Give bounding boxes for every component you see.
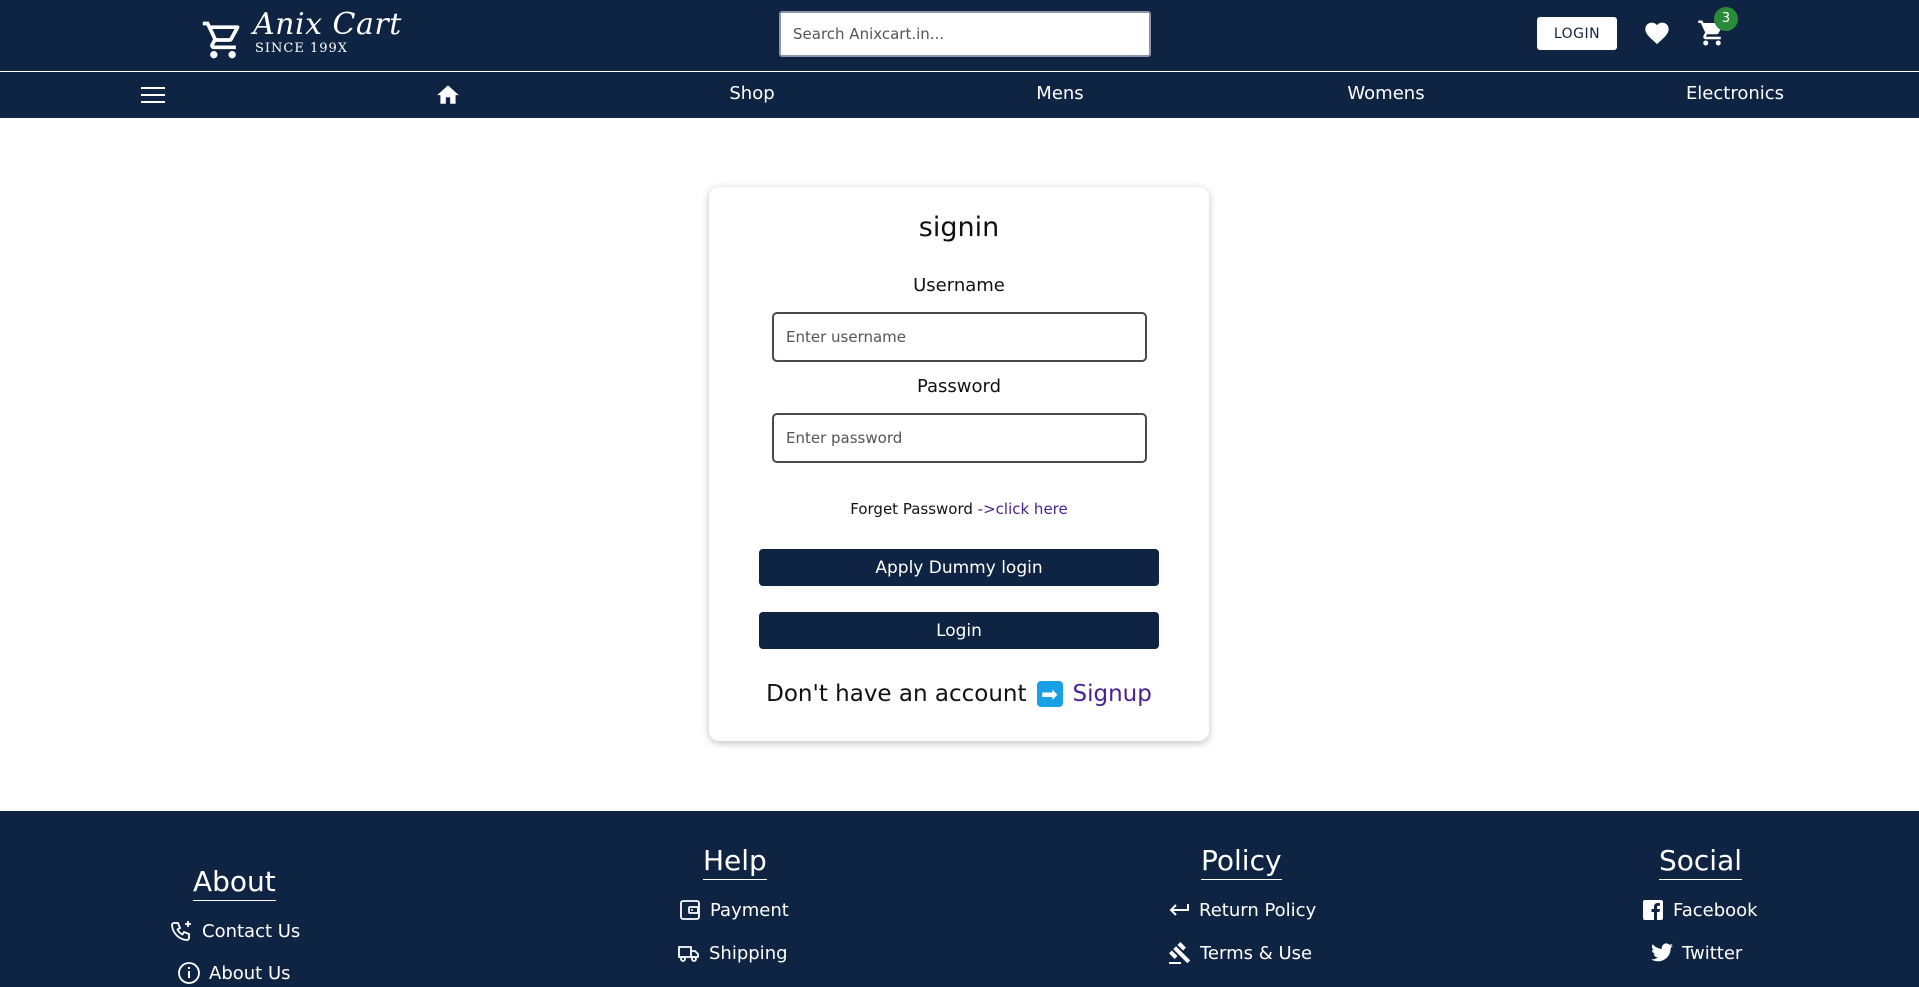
forget-password-link[interactable]: ->click here [978, 500, 1068, 518]
brand-tagline: SINCE 199X [255, 41, 349, 56]
main-nav: Shop Mens Womens Electronics [0, 72, 1919, 118]
info-icon [178, 962, 200, 984]
brand-name: Anix Cart [253, 7, 402, 42]
password-field[interactable] [772, 413, 1147, 463]
footer-link-payment-label: Payment [710, 899, 789, 921]
footer-link-twitter-label: Twitter [1682, 942, 1743, 964]
nav-item-shop[interactable]: Shop [700, 72, 804, 118]
footer-link-about-label: About Us [209, 962, 291, 984]
signin-card: signin Username Password Forget Password… [709, 187, 1209, 741]
search-box[interactable] [779, 11, 1151, 57]
footer-policy-title: Policy [1201, 844, 1282, 880]
heart-icon[interactable] [1643, 19, 1671, 45]
facebook-icon [1643, 900, 1663, 920]
footer-link-return-label: Return Policy [1199, 899, 1317, 921]
home-icon[interactable] [435, 82, 461, 106]
footer-about-title: About [193, 865, 276, 901]
no-account-text: Don't have an account [766, 681, 1027, 707]
footer-link-contact-label: Contact Us [202, 920, 301, 942]
dummy-login-button[interactable]: Apply Dummy login [759, 549, 1159, 586]
gavel-icon [1169, 942, 1191, 964]
footer-help-title: Help [703, 844, 767, 880]
footer-link-terms-label: Terms & Use [1200, 942, 1313, 964]
signup-line: Don't have an account ➡ Signup [709, 681, 1209, 707]
footer-link-twitter[interactable]: Twitter [1650, 941, 1742, 965]
password-label: Password [916, 376, 1002, 397]
footer-link-contact[interactable]: Contact Us [170, 919, 300, 943]
right-arrow-icon: ➡ [1036, 681, 1063, 707]
footer-link-shipping-label: Shipping [709, 942, 788, 964]
footer-link-terms[interactable]: Terms & Use [1168, 941, 1312, 965]
username-input[interactable] [774, 314, 1145, 360]
brand-logo[interactable]: Anix Cart SINCE 199X [201, 8, 402, 62]
top-header: Anix Cart SINCE 199X LOGIN 3 [0, 0, 1919, 71]
hamburger-icon[interactable] [141, 86, 165, 104]
footer-link-return[interactable]: Return Policy [1167, 898, 1316, 922]
signup-link[interactable]: Signup [1073, 681, 1152, 707]
truck-icon [678, 946, 699, 962]
cart-logo-icon [202, 21, 240, 59]
footer-social-title: Social [1659, 844, 1743, 880]
return-arrow-icon [1169, 904, 1189, 916]
login-button[interactable]: Login [759, 612, 1159, 649]
nav-item-mens[interactable]: Mens [1010, 72, 1110, 118]
username-label: Username [913, 275, 1005, 296]
signin-title: signin [918, 212, 1000, 243]
password-input[interactable] [774, 415, 1145, 461]
phone-icon [171, 921, 191, 941]
footer-link-facebook[interactable]: Facebook [1641, 898, 1758, 922]
username-field[interactable] [772, 312, 1147, 362]
twitter-icon [1651, 943, 1673, 962]
footer-link-facebook-label: Facebook [1673, 899, 1758, 921]
nav-item-womens[interactable]: Womens [1336, 72, 1436, 118]
cart-count-badge: 3 [1714, 7, 1738, 31]
footer-link-payment[interactable]: Payment [678, 898, 789, 922]
forget-password-line: Forget Password ->click here [709, 500, 1209, 518]
header-login-button[interactable]: LOGIN [1537, 17, 1617, 50]
nav-item-electronics[interactable]: Electronics [1672, 72, 1798, 118]
search-input[interactable] [781, 13, 1149, 55]
footer: About Contact Us About Us Help Payment S… [0, 811, 1919, 987]
footer-link-shipping[interactable]: Shipping [677, 941, 788, 965]
footer-link-about[interactable]: About Us [177, 961, 291, 985]
wallet-icon [680, 900, 700, 920]
forget-password-text: Forget Password [850, 500, 973, 518]
